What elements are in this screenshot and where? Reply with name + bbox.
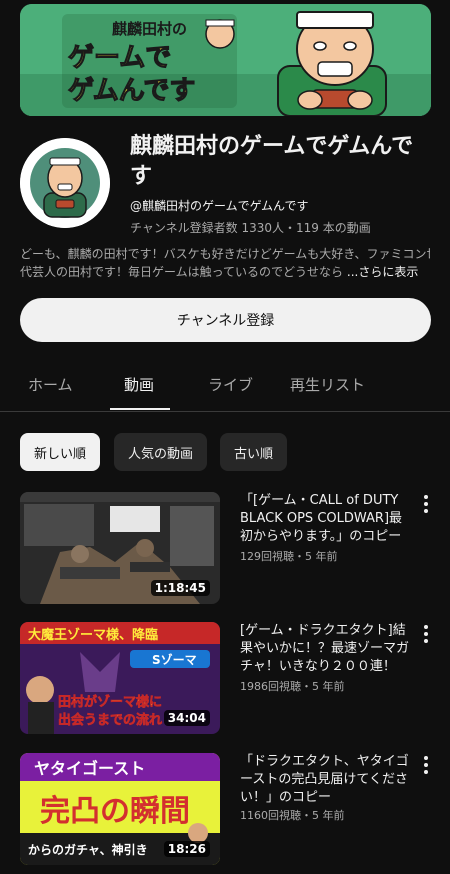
channel-meta: チャンネル登録者数 1330人・119 本の動画: [130, 221, 371, 235]
video-duration: 18:26: [163, 841, 210, 857]
video-title[interactable]: 「[ゲーム・CALL of DUTY BLACK OPS COLDWAR]最初か…: [240, 492, 415, 546]
thumb-caption-4: 出会うまでの流れ: [58, 712, 162, 728]
banner-line1: 麒麟田村の: [112, 20, 187, 38]
thumb-caption-1: ヤタイゴースト: [34, 759, 145, 778]
video-thumbnail[interactable]: 1:18:45: [20, 492, 220, 604]
channel-avatar[interactable]: [20, 138, 110, 228]
thumb-caption-2: Sゾーマ: [152, 652, 197, 667]
video-item[interactable]: 大魔王ゾーマ様、降臨 Sゾーマ 田村がゾーマ様に 出会うまでの流れ 34:04 …: [20, 622, 431, 734]
tab-playlists[interactable]: 再生リスト: [290, 374, 365, 395]
chip-newest[interactable]: 新しい順: [20, 433, 101, 471]
chip-oldest[interactable]: 古い順: [220, 433, 288, 471]
video-meta: 1986回視聴・5 年前: [240, 680, 345, 693]
video-thumbnail[interactable]: 大魔王ゾーマ様、降臨 Sゾーマ 田村がゾーマ様に 出会うまでの流れ 34:04: [20, 622, 220, 734]
channel-tabs: ホーム 動画 ライブ 再生リスト: [0, 360, 450, 412]
more-options-icon[interactable]: [421, 624, 431, 644]
video-duration: 34:04: [163, 710, 210, 726]
video-item[interactable]: ヤタイゴースト 完凸の瞬間 からのガチャ、神引き 18:26 「ドラクエタクト、…: [20, 753, 431, 865]
more-options-icon[interactable]: [421, 494, 431, 514]
description-line-2: 代芸人の田村です！毎日ゲームは触っているのでどうせなら: [20, 265, 344, 279]
channel-name: 麒麟田村のゲームでゲムんです: [130, 134, 414, 189]
video-title[interactable]: [ゲーム・ドラクエタクト]結果やいかに！？最速ゾーマガチャ！いきなり２００連！: [240, 622, 415, 676]
thumb-caption-3: 田村がゾーマ様に: [58, 694, 162, 710]
video-meta: 129回視聴・5 年前: [240, 550, 338, 563]
channel-handle: @麒麟田村のゲームでゲムんです: [130, 199, 309, 213]
thumb-caption-1: 大魔王ゾーマ様、降臨: [28, 627, 158, 643]
channel-description[interactable]: どーも、麒麟の田村です！バスケも好きだけどゲームも大好き、ファミコン世 代芸人の…: [20, 245, 430, 281]
channel-banner: 麒麟田村の ゲームで ゲムんです: [20, 4, 431, 116]
tab-live[interactable]: ライブ: [208, 374, 253, 395]
video-meta: 1160回視聴・5 年前: [240, 809, 345, 822]
show-more-link[interactable]: ...さらに表示: [347, 265, 418, 279]
tab-videos[interactable]: 動画: [124, 374, 154, 395]
active-tab-indicator: [110, 408, 170, 410]
video-item[interactable]: 1:18:45 「[ゲーム・CALL of DUTY BLACK OPS COL…: [20, 492, 431, 604]
video-thumbnail[interactable]: ヤタイゴースト 完凸の瞬間 からのガチャ、神引き 18:26: [20, 753, 220, 865]
banner-line2: ゲームで: [68, 43, 171, 73]
subscribe-button[interactable]: チャンネル登録: [20, 298, 431, 342]
chip-popular[interactable]: 人気の動画: [114, 433, 208, 471]
tab-home[interactable]: ホーム: [28, 374, 73, 395]
more-options-icon[interactable]: [421, 755, 431, 775]
video-duration: 1:18:45: [150, 580, 210, 596]
description-line-1: どーも、麒麟の田村です！バスケも好きだけどゲームも大好き、ファミコン世: [20, 247, 430, 261]
video-title[interactable]: 「ドラクエタクト、ヤタイゴーストの完凸見届けてください！」のコピー: [240, 753, 415, 807]
thumb-caption-2: 完凸の瞬間: [40, 794, 190, 829]
banner-line3: ゲムんです: [68, 76, 195, 106]
thumb-caption-3: からのガチャ、神引き: [28, 842, 148, 857]
